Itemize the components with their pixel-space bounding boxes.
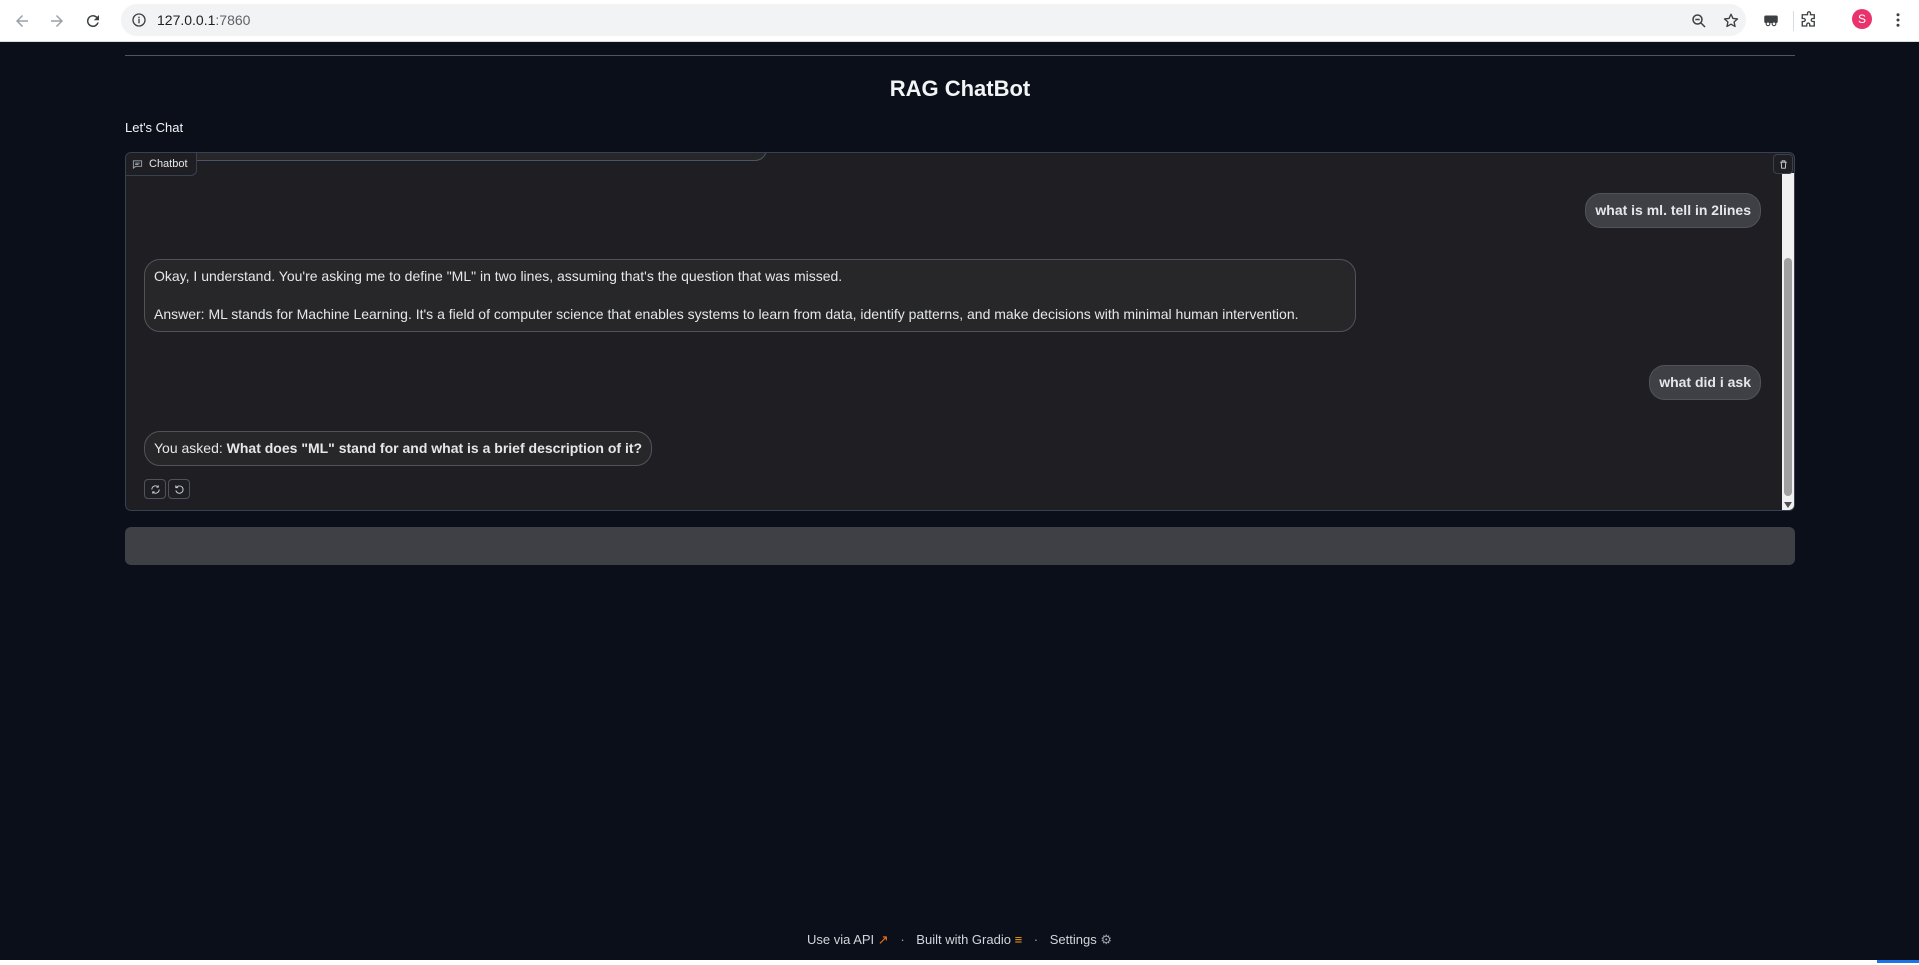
arrow-left-icon [16,15,28,27]
bot-message: You asked: What does "ML" stand for and … [144,431,653,466]
browser-toolbar: 127.0.0.1:7860 S [0,0,1919,42]
settings-link[interactable]: Settings ⚙ [1050,932,1112,947]
chatbot-label: Chatbot [126,153,197,176]
incognito-icon [1764,15,1778,27]
undo-icon [174,484,184,494]
previous-message-fragment [140,153,767,161]
address-bar[interactable]: 127.0.0.1:7860 [121,4,1746,36]
profile-avatar[interactable]: S [1852,9,1872,29]
retry-button[interactable] [144,479,166,499]
puzzle-icon [1801,11,1815,27]
bot-message-emphasis: What does "ML" stand for and what is a b… [226,440,643,456]
message-actions [144,479,190,499]
built-with-gradio-link[interactable]: Built with Gradio ≡ [916,932,1022,947]
arrow-right-icon [51,15,63,27]
chat-icon [132,159,143,169]
bot-message: Okay, I understand. You're asking me to … [144,259,1356,332]
divider [125,55,1795,56]
gradio-logo-icon: ≡ [1014,932,1023,947]
page-title: RAG ChatBot [889,76,1031,101]
chat-scrollbar[interactable] [1782,173,1794,510]
user-message: what did i ask [1649,365,1761,400]
zoom-icon[interactable] [1690,12,1708,30]
bot-message-prefix: You asked: [154,440,227,456]
info-icon[interactable] [131,12,147,28]
bot-message-line: Answer: ML stands for Machine Learning. … [154,306,1299,322]
retry-icon [150,484,160,494]
bot-message-line: Okay, I understand. You're asking me to … [154,268,843,284]
page-subtitle: Let's Chat [125,120,184,135]
clear-chat-button[interactable] [1773,154,1793,174]
window-bottom-strip [0,960,1919,965]
toolbar-divider [1793,11,1794,31]
trash-icon [1779,159,1787,169]
download-indicator [1877,960,1919,963]
undo-button[interactable] [168,479,190,499]
forward-button[interactable] [42,6,72,36]
back-button[interactable] [7,6,37,36]
rocket-icon: ↗ [877,932,889,947]
user-message: what is ml. tell in 2lines [1585,193,1761,228]
footer-separator: · [1033,932,1039,947]
scroll-down-arrow-icon[interactable] [1784,502,1792,508]
footer-separator: · [900,932,905,947]
tab-search-button[interactable] [1761,10,1781,30]
scrollbar-thumb[interactable] [1784,258,1792,496]
chatbot-panel[interactable]: Chatbot what is ml. tell in 2lines Okay,… [125,152,1795,511]
kebab-menu-icon [1896,13,1900,27]
chat-input[interactable] [125,527,1795,565]
menu-button[interactable] [1888,10,1908,30]
use-via-api-link[interactable]: Use via API ↗ [807,932,889,947]
reload-button[interactable] [78,6,108,36]
footer: Use via API ↗ · Built with Gradio ≡ · Se… [0,932,1919,948]
chatbot-label-text: Chatbot [149,158,188,170]
reload-icon [86,15,99,28]
bookmark-star-icon[interactable] [1722,12,1740,30]
extensions-button[interactable] [1799,10,1819,30]
gear-icon: ⚙ [1100,932,1113,947]
url-text: 127.0.0.1:7860 [157,12,251,28]
